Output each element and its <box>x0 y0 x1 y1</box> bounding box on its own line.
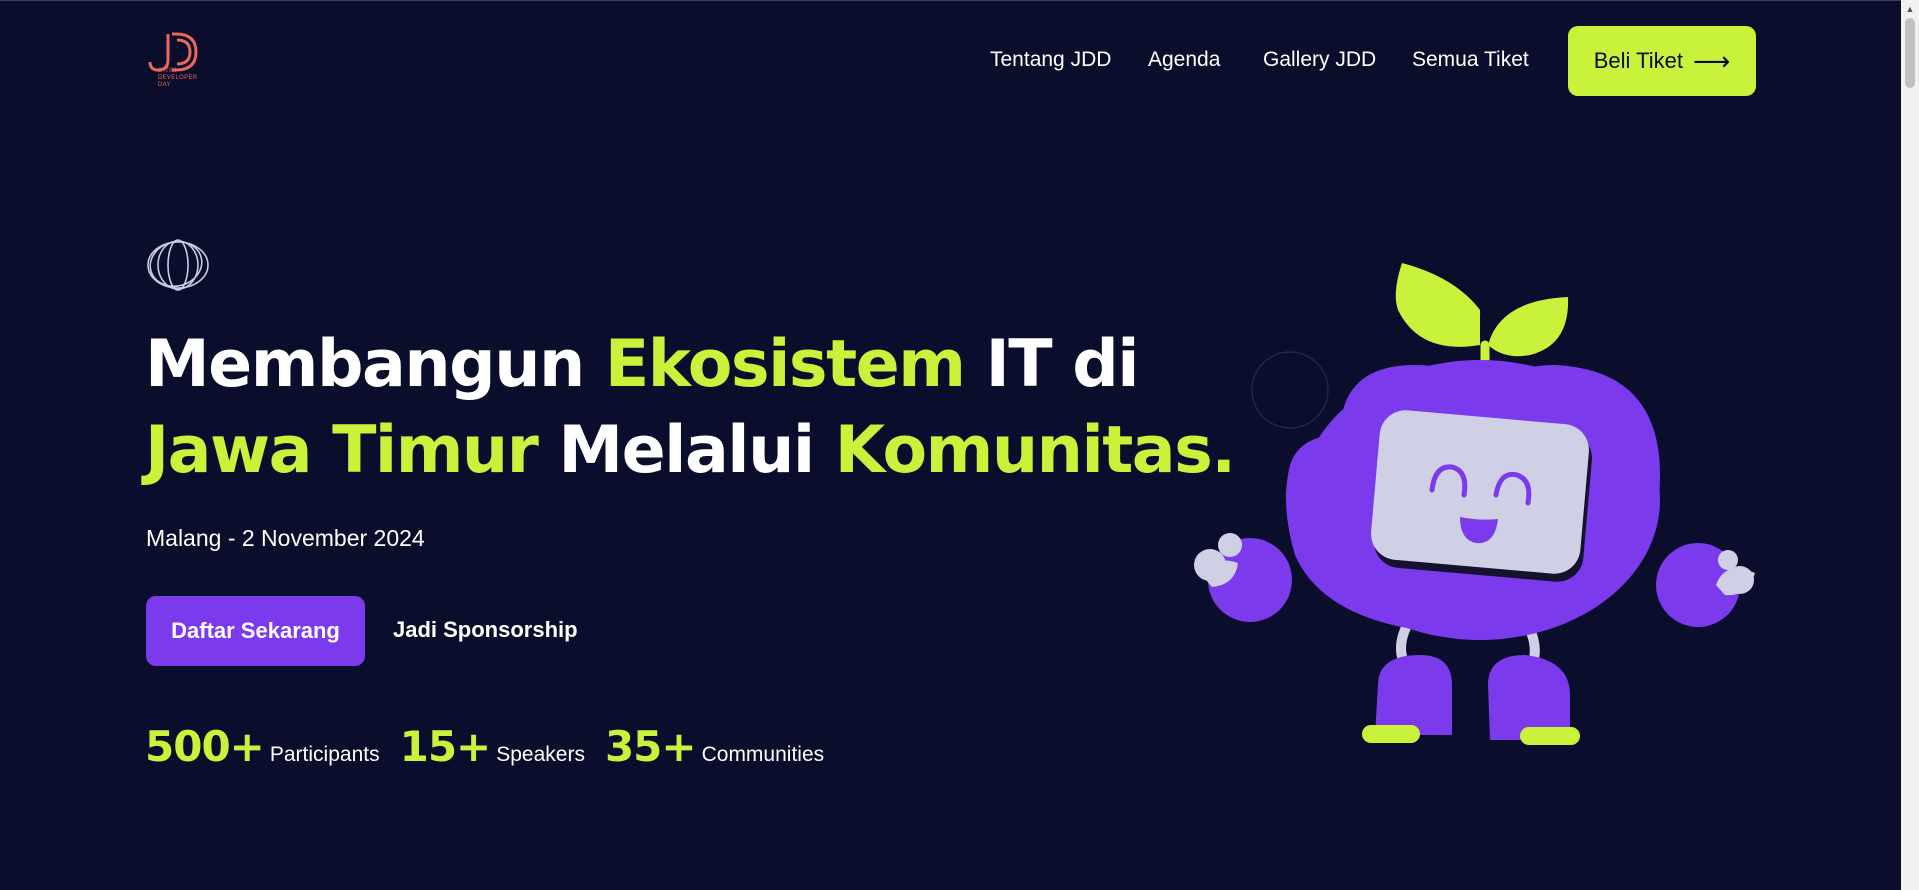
stat-value: 35+ <box>604 722 697 771</box>
jdd-logo[interactable]: JATIM DEVELOPER DAY <box>146 30 202 94</box>
beli-tiket-label: Beli Tiket <box>1593 48 1683 73</box>
headline-accent-text: Jawa Timur <box>145 413 539 488</box>
globe-icon <box>147 239 209 291</box>
headline-accent-text: Ekosistem <box>604 327 966 402</box>
nav-agenda[interactable]: Agenda <box>1148 48 1220 72</box>
jadi-sponsorship-link[interactable]: Jadi Sponsorship <box>393 617 578 643</box>
headline-text: Membangun <box>145 327 605 402</box>
stat-label: Participants <box>269 743 380 766</box>
headline-accent-text: Komunitas. <box>834 413 1236 488</box>
logo-caption-line: DAY <box>158 82 171 88</box>
stat-label: Communities <box>701 743 825 766</box>
scrollbar-thumb[interactable] <box>1905 18 1915 88</box>
nav-semua-tiket[interactable]: Semua Tiket <box>1412 48 1529 72</box>
stats-row: 500+ Participants 15+ Speakers 35+ Commu… <box>145 722 844 771</box>
hero-headline: Membangun Ekosistem IT di Jawa Timur Mel… <box>145 322 1236 494</box>
nav-tentang-jdd[interactable]: Tentang JDD <box>990 48 1111 72</box>
headline-line-2: Jawa Timur Melalui Komunitas. <box>145 408 1236 494</box>
logo-caption-line: JATIM <box>158 68 177 74</box>
top-border <box>0 0 1919 1</box>
logo-caption: JATIM DEVELOPER DAY <box>158 68 197 89</box>
page: JATIM DEVELOPER DAY Tentang JDD Agenda G… <box>0 0 1919 890</box>
stat-speakers: 15+ Speakers <box>400 722 585 771</box>
apple-robot-mascot <box>1194 263 1755 745</box>
headline-text: IT di <box>964 327 1140 402</box>
headline-line-1: Membangun Ekosistem IT di <box>145 322 1235 408</box>
event-date: Malang - 2 November 2024 <box>146 525 425 551</box>
scroll-up-icon[interactable]: ▲ <box>1901 0 1919 18</box>
vertical-scrollbar[interactable]: ▲ <box>1901 0 1919 890</box>
stat-value: 15+ <box>399 722 492 771</box>
daftar-sekarang-button[interactable]: Daftar Sekarang <box>146 596 365 666</box>
headline-text: Melalui <box>537 413 835 488</box>
nav-gallery-jdd[interactable]: Gallery JDD <box>1263 48 1376 72</box>
stat-participants: 500+ Participants <box>145 722 380 771</box>
stat-label: Speakers <box>496 743 585 766</box>
arrow-right-icon: ⟶ <box>1692 46 1731 76</box>
stat-communities: 35+ Communities <box>605 722 824 771</box>
logo-caption-line: DEVELOPER <box>158 75 198 81</box>
stat-value: 500+ <box>145 722 265 771</box>
beli-tiket-button[interactable]: Beli Tiket ⟶ <box>1568 26 1756 96</box>
